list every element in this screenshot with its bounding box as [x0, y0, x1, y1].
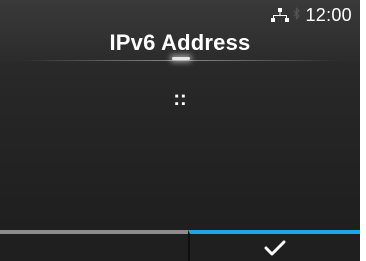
ipv6-address-value: ::: [173, 88, 187, 110]
checkmark-icon: [264, 240, 286, 256]
status-bar: 12:00: [271, 4, 352, 26]
confirm-button[interactable]: [188, 230, 360, 261]
back-button[interactable]: [0, 230, 188, 261]
header-divider-highlight: [172, 57, 190, 60]
network-icon: [271, 7, 290, 23]
clock: 12:00: [305, 4, 352, 25]
printer-screen: 12:00 IPv6 Address ::: [0, 0, 360, 261]
header-divider: [20, 60, 340, 61]
header-bar: 12:00 IPv6 Address: [0, 0, 360, 62]
footer-bar: [0, 230, 360, 261]
bluetooth-icon: [293, 7, 301, 23]
page-title: IPv6 Address: [109, 30, 251, 55]
